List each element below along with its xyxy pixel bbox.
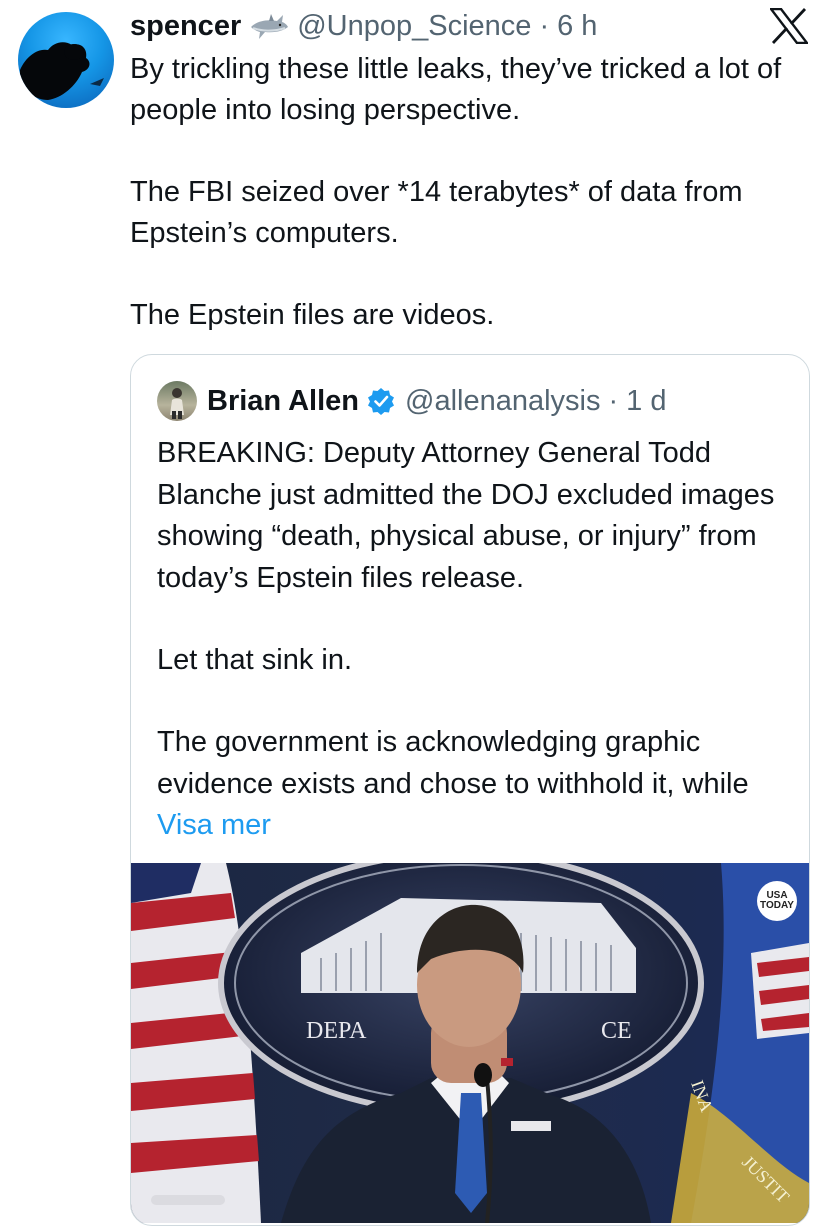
shark-icon	[249, 9, 289, 43]
author-avatar[interactable]	[18, 12, 114, 108]
sign-text-left: DEPA	[306, 1018, 367, 1044]
quoted-author-handle[interactable]: @allenanalysis	[405, 385, 600, 418]
video-thumbnail[interactable]: DEPA CE INA JUSTIT USA TODAY	[131, 863, 809, 1223]
post-time[interactable]: 6 h	[557, 10, 597, 43]
x-logo-icon[interactable]	[770, 8, 808, 44]
person-icon	[170, 388, 184, 419]
quoted-post-time[interactable]: 1 d	[626, 385, 666, 418]
post-paragraph: By trickling these little leaks, they’ve…	[130, 53, 782, 126]
separator-dot: ·	[539, 9, 550, 42]
quoted-paragraph-last: The government is acknowledging graphic …	[157, 722, 787, 847]
usa-today-watermark: USA TODAY	[757, 881, 797, 921]
author-handle[interactable]: @Unpop_Science	[297, 10, 531, 43]
sign-text-right: CE	[601, 1018, 632, 1044]
post-header: spencer @Unpop_Science · 6 h	[130, 6, 597, 46]
post-paragraph: The Epstein files are videos.	[130, 299, 495, 331]
verified-badge-icon	[368, 388, 395, 415]
quoted-author-name[interactable]: Brian Allen	[207, 385, 359, 418]
quoted-post-card[interactable]: Brian Allen @allenanalysis · 1 d BREAKIN…	[130, 354, 810, 1226]
separator-dot: ·	[608, 384, 619, 417]
quoted-author-avatar[interactable]	[157, 381, 197, 421]
post-paragraph: The FBI seized over *14 terabytes* of da…	[130, 176, 743, 249]
video-frame-image: DEPA CE INA JUSTIT	[131, 863, 809, 1223]
author-name[interactable]: spencer	[130, 10, 241, 43]
quoted-paragraph: Let that sink in.	[157, 644, 353, 676]
quoted-paragraph: BREAKING: Deputy Attorney General Todd B…	[157, 437, 775, 594]
show-more-link[interactable]: Visa mer	[157, 809, 271, 841]
diver-silhouette-icon	[20, 42, 104, 100]
quoted-post-header: Brian Allen @allenanalysis · 1 d	[157, 381, 667, 421]
quoted-paragraph-text: The government is acknowledging graphic …	[157, 726, 749, 800]
